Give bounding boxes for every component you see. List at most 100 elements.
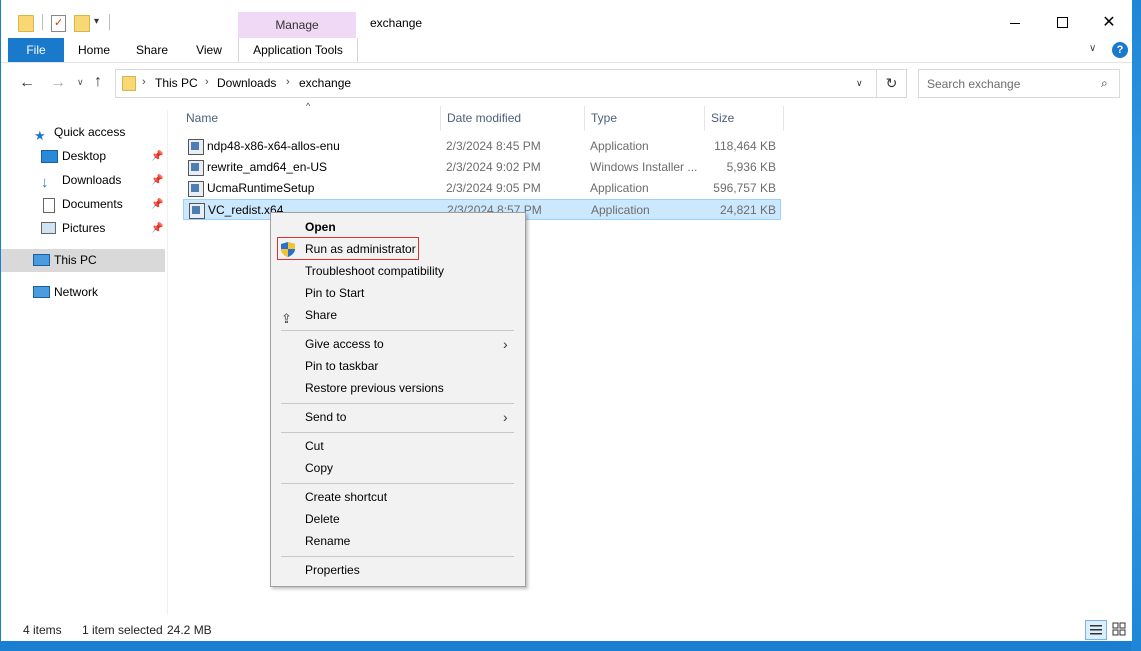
status-bar: 4 items 1 item selected 24.2 MB — [1, 618, 1132, 641]
menu-item-properties[interactable]: Properties — [271, 559, 525, 581]
breadcrumb-this-pc[interactable]: This PC — [155, 76, 198, 90]
sidebar-item-quick-access[interactable]: ★ Quick access — [1, 121, 165, 144]
sidebar-item-network[interactable]: Network — [1, 281, 165, 304]
help-icon[interactable]: ? — [1112, 42, 1128, 58]
breadcrumb-separator-icon[interactable]: › — [286, 76, 290, 88]
maximize-button[interactable] — [1039, 8, 1085, 38]
column-divider[interactable] — [783, 106, 784, 131]
context-menu: Open Run as administrator Troubleshoot c… — [270, 212, 526, 587]
close-button[interactable]: ✕ — [1086, 8, 1132, 38]
navigation-pane: ★ Quick access Desktop 📌 ↓ Downloads 📌 D… — [1, 110, 168, 615]
chevron-down-icon[interactable]: ∨ — [1089, 43, 1096, 54]
sidebar-item-downloads[interactable]: ↓ Downloads 📌 — [1, 169, 165, 192]
details-view-icon[interactable] — [1085, 620, 1107, 640]
tab-application-tools[interactable]: Application Tools — [238, 38, 358, 62]
table-row[interactable]: rewrite_amd64_en-US 2/3/2024 9:02 PM Win… — [183, 157, 780, 178]
highlight-box — [277, 237, 419, 260]
column-header-type[interactable]: Type — [591, 111, 617, 129]
tab-view[interactable]: View — [186, 38, 232, 62]
breadcrumb-separator-icon[interactable]: › — [142, 76, 146, 88]
menu-item-troubleshoot-compatibility[interactable]: Troubleshoot compatibility — [271, 260, 525, 282]
minimize-button[interactable] — [992, 8, 1038, 38]
column-divider[interactable] — [584, 106, 585, 131]
menu-item-label: Share — [305, 308, 338, 322]
menu-item-share[interactable]: ⇪ Share — [271, 304, 525, 326]
ribbon-tabs: File Home Share View Application Tools ∨… — [1, 38, 1132, 63]
pin-icon[interactable]: 📌 — [151, 217, 163, 240]
menu-item-pin-to-taskbar[interactable]: Pin to taskbar — [271, 355, 525, 377]
refresh-button[interactable]: ↻ — [876, 69, 907, 98]
sidebar-item-documents[interactable]: Documents 📌 — [1, 193, 165, 216]
sidebar-item-label: Documents — [62, 197, 123, 211]
menu-item-label: Send to — [305, 410, 347, 424]
menu-item-give-access-to[interactable]: Give access to › — [271, 333, 525, 355]
table-row[interactable]: UcmaRuntimeSetup 2/3/2024 9:05 PM Applic… — [183, 178, 780, 199]
recent-locations-icon[interactable]: ∨ — [77, 77, 84, 88]
up-arrow-icon[interactable]: ↑ — [94, 73, 102, 91]
breadcrumb-exchange[interactable]: exchange — [299, 76, 351, 90]
sidebar-item-label: Network — [54, 285, 99, 299]
file-name: UcmaRuntimeSetup — [207, 181, 315, 195]
column-header-size[interactable]: Size — [711, 111, 734, 129]
sidebar-item-this-pc[interactable]: This PC — [1, 249, 165, 272]
menu-separator — [281, 403, 514, 404]
share-icon: ⇪ — [281, 311, 292, 326]
properties-icon[interactable] — [51, 15, 66, 32]
menu-item-label: Troubleshoot compatibility — [305, 264, 444, 278]
item-count: 4 items — [23, 623, 62, 637]
pin-icon[interactable]: 📌 — [151, 193, 163, 216]
title-bar: ▾ Manage exchange ✕ — [1, 0, 1132, 38]
table-row[interactable]: ndp48-x86-x64-allos-enu 2/3/2024 8:45 PM… — [183, 136, 780, 157]
network-icon — [33, 286, 50, 298]
menu-item-rename[interactable]: Rename — [271, 530, 525, 552]
installer-icon — [189, 203, 205, 219]
menu-item-open[interactable]: Open — [271, 216, 525, 238]
menu-item-create-shortcut[interactable]: Create shortcut — [271, 486, 525, 508]
file-date: 2/3/2024 8:45 PM — [446, 139, 541, 153]
download-icon: ↓ — [41, 174, 49, 191]
menu-item-cut[interactable]: Cut — [271, 435, 525, 457]
sidebar-item-pictures[interactable]: Pictures 📌 — [1, 217, 165, 240]
tab-share[interactable]: Share — [129, 38, 175, 62]
file-type: Windows Installer ... — [590, 160, 698, 174]
chevron-down-icon[interactable]: ∨ — [856, 78, 863, 89]
menu-item-label: Rename — [305, 534, 351, 548]
file-size: 24,821 KB — [719, 203, 776, 217]
desktop-background — [1131, 0, 1141, 651]
chevron-right-icon: › — [503, 336, 508, 352]
file-date: 2/3/2024 9:05 PM — [446, 181, 541, 195]
column-divider[interactable] — [704, 106, 705, 131]
sidebar-item-label: Pictures — [62, 221, 106, 235]
forward-arrow-icon[interactable]: → — [50, 74, 66, 92]
search-input[interactable]: Search exchange ⌕ — [918, 69, 1120, 98]
breadcrumb-downloads[interactable]: Downloads — [217, 76, 276, 90]
column-header-date[interactable]: Date modified — [447, 111, 521, 129]
qat-customize-icon[interactable]: ▾ — [94, 16, 99, 27]
column-header-name[interactable]: Name — [186, 111, 218, 129]
sidebar-item-label: This PC — [54, 253, 97, 267]
column-divider[interactable] — [440, 106, 441, 131]
menu-item-send-to[interactable]: Send to › — [271, 406, 525, 428]
large-icons-view-icon[interactable] — [1109, 620, 1129, 638]
pin-icon[interactable]: 📌 — [151, 145, 163, 168]
file-type: Application — [590, 139, 649, 153]
address-bar[interactable]: › This PC › Downloads › exchange ∨ — [115, 69, 877, 98]
menu-separator — [281, 330, 514, 331]
menu-item-copy[interactable]: Copy — [271, 457, 525, 479]
menu-item-delete[interactable]: Delete — [271, 508, 525, 530]
tab-home[interactable]: Home — [71, 38, 117, 62]
menu-item-label: Pin to Start — [305, 286, 365, 300]
breadcrumb-separator-icon[interactable]: › — [205, 76, 209, 88]
pin-icon[interactable]: 📌 — [151, 169, 163, 192]
tab-file[interactable]: File — [8, 38, 64, 62]
desktop-icon — [41, 150, 58, 163]
menu-item-restore-previous-versions[interactable]: Restore previous versions — [271, 377, 525, 399]
window-title: exchange — [370, 16, 423, 30]
new-folder-icon[interactable] — [74, 15, 90, 32]
folder-icon[interactable] — [18, 15, 34, 32]
menu-item-label: Restore previous versions — [305, 381, 444, 395]
back-arrow-icon[interactable]: ← — [19, 74, 35, 92]
menu-item-pin-to-start[interactable]: Pin to Start — [271, 282, 525, 304]
manage-tab[interactable]: Manage — [238, 12, 356, 38]
sidebar-item-desktop[interactable]: Desktop 📌 — [1, 145, 165, 168]
